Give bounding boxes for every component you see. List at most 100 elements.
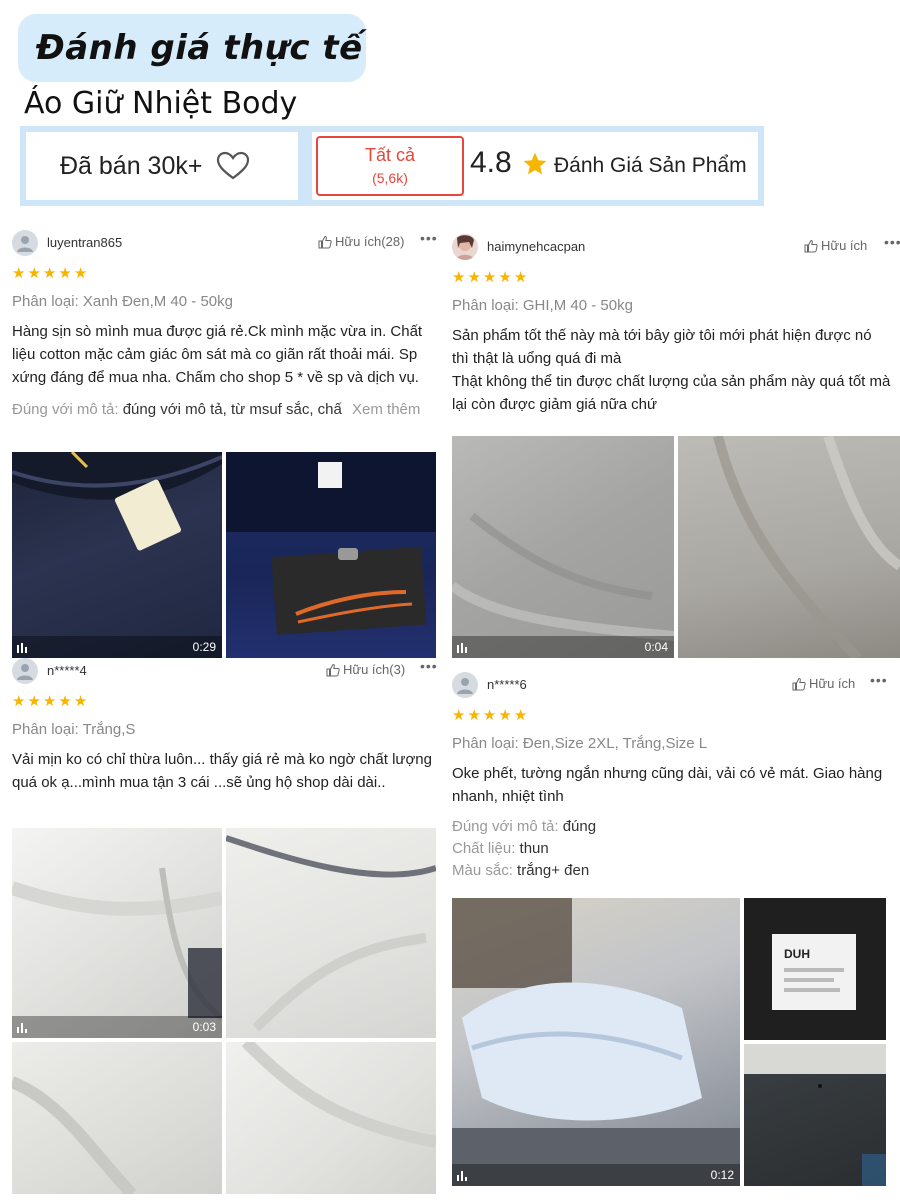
thumbs-up-icon xyxy=(326,663,340,676)
star-icon: ★ xyxy=(513,269,528,286)
avatar[interactable] xyxy=(12,658,38,684)
hero-title: Đánh giá thực tế xyxy=(36,28,363,68)
user-avatar-icon xyxy=(17,236,33,252)
review-card: n*****4 Hữu ích(3) ••• ★ ★ ★ ★ ★ Phân loại: … xyxy=(12,658,438,794)
star-icon xyxy=(523,152,547,175)
shirt-photo xyxy=(12,867,222,1021)
helpful-button[interactable]: Hữu ích xyxy=(804,238,867,253)
filter-all-button[interactable]: Tất cả (5,6k) xyxy=(316,136,464,196)
review-detail: Chất liệu: thun xyxy=(452,840,549,857)
star-icon: ★ xyxy=(58,265,72,282)
video-duration: 0:04 xyxy=(644,640,668,654)
star-icon: ★ xyxy=(467,269,481,286)
star-icon: ★ xyxy=(27,693,41,710)
star-icon: ★ xyxy=(452,707,466,724)
review-text: Sản phẩm tốt thế này mà tới bây giờ tôi … xyxy=(452,327,891,413)
review-photo[interactable] xyxy=(226,1042,436,1194)
video-play-icon xyxy=(17,643,27,653)
star-icon: ★ xyxy=(498,707,512,724)
user-avatar-icon xyxy=(17,664,33,680)
user-avatar-icon xyxy=(457,678,473,694)
review-card: n*****6 Hữu ích ••• ★ ★ ★ ★ ★ Phân loại: Đen… xyxy=(452,672,900,882)
video-play-icon xyxy=(457,1171,467,1181)
see-more-link[interactable]: Xem thêm xyxy=(352,401,420,418)
review-video-thumbnail[interactable]: 0:03 xyxy=(12,828,222,1038)
package-photo: DUH xyxy=(772,934,856,1010)
product-title: Áo Giữ Nhiệt Body xyxy=(24,86,298,121)
helpful-count: Hữu ích(3) xyxy=(343,662,406,677)
video-duration: 0:12 xyxy=(710,1168,734,1182)
review-stars: ★ ★ ★ ★ ★ xyxy=(12,266,438,281)
review-photo[interactable] xyxy=(744,1044,886,1186)
review-photo[interactable] xyxy=(226,452,436,658)
thumbs-up-icon xyxy=(318,235,332,248)
avatar[interactable] xyxy=(452,234,478,260)
shipping-label-code: DUH xyxy=(784,947,810,961)
review-detail: Màu sắc: trắng+ đen xyxy=(452,862,590,879)
rating-box: Tất cả (5,6k) 4.8 Đánh Giá Sản Phẩm xyxy=(312,132,758,200)
helpful-count: Hữu ích(28) xyxy=(335,234,405,249)
review-text: Oke phết, tường ngắn nhưng cũng dài, vải… xyxy=(452,765,883,805)
more-options-button[interactable]: ••• xyxy=(420,658,438,674)
user-avatar-icon xyxy=(456,235,474,260)
star-icon: ★ xyxy=(498,269,512,286)
review-video-thumbnail[interactable]: 0:29 xyxy=(12,452,222,658)
helpful-button[interactable]: Hữu ích xyxy=(792,676,855,691)
helpful-button[interactable]: Hữu ích(28) xyxy=(318,234,404,249)
star-icon: ★ xyxy=(73,693,88,710)
stats-bar: Đã bán 30k+ Tất cả (5,6k) 4.8 Đánh Giá S… xyxy=(20,126,764,206)
star-icon: ★ xyxy=(58,693,72,710)
filter-all-label: Tất cả xyxy=(364,145,416,165)
star-icon: ★ xyxy=(513,707,528,724)
rating-score: 4.8 xyxy=(470,146,512,179)
star-icon: ★ xyxy=(482,707,497,724)
review-stars: ★ ★ ★ ★ ★ xyxy=(452,270,900,285)
shirt-photo xyxy=(713,436,900,658)
review-variant: Phân loại: Đen,Size 2XL, Trắng,Size L xyxy=(452,735,708,752)
shirt-photo xyxy=(241,1042,436,1148)
avatar[interactable] xyxy=(12,230,38,256)
review-video-thumbnail[interactable]: 0:12 xyxy=(452,898,740,1186)
video-play-icon xyxy=(457,643,467,653)
review-video-thumbnail[interactable]: 0:04 xyxy=(452,436,674,658)
video-play-icon xyxy=(17,1023,27,1033)
review-username[interactable]: n*****4 xyxy=(47,663,87,678)
star-icon: ★ xyxy=(12,693,26,710)
star-icon: ★ xyxy=(452,269,466,286)
package-photo xyxy=(744,1044,886,1186)
review-username[interactable]: n*****6 xyxy=(487,677,527,692)
review-detail: Đúng với mô tả: đúng với mô tả, từ msuf … xyxy=(12,401,421,418)
hero-title-banner: Đánh giá thực tế xyxy=(18,14,366,82)
star-icon: ★ xyxy=(482,269,497,286)
review-photo[interactable] xyxy=(12,1042,222,1194)
review-username[interactable]: haimynehcacpan xyxy=(487,239,585,254)
review-detail: Đúng với mô tả: đúng xyxy=(452,818,597,835)
review-username[interactable]: luyentran865 xyxy=(47,235,122,250)
shirt-photo xyxy=(12,452,222,551)
review-stars: ★ ★ ★ ★ ★ xyxy=(12,694,438,709)
review-text: Hàng sịn sò mình mua được giá rẻ.Ck mình… xyxy=(12,323,423,386)
more-options-button[interactable]: ••• xyxy=(884,234,900,250)
review-variant: Phân loại: GHI,M 40 - 50kg xyxy=(452,297,633,314)
star-icon: ★ xyxy=(73,265,88,282)
review-card: luyentran865 Hữu ích(28) ••• ★ ★ ★ ★ ★ Phân … xyxy=(12,230,438,421)
shirt-photo xyxy=(452,512,674,641)
review-stars: ★ ★ ★ ★ ★ xyxy=(452,708,900,723)
shirt-photo xyxy=(12,1076,137,1194)
star-icon: ★ xyxy=(27,265,41,282)
review-details: Đúng với mô tả: đúng Chất liệu: thun Màu… xyxy=(452,816,900,882)
helpful-count: Hữu ích xyxy=(809,676,856,691)
review-photo[interactable] xyxy=(226,828,436,1038)
more-options-button[interactable]: ••• xyxy=(420,230,438,246)
heart-icon[interactable] xyxy=(216,151,250,181)
star-icon: ★ xyxy=(12,265,26,282)
helpful-button[interactable]: Hữu ích(3) xyxy=(326,662,405,677)
shirt-photo xyxy=(452,898,740,1186)
review-photo[interactable]: DUH xyxy=(744,898,886,1040)
review-photo[interactable] xyxy=(678,436,900,658)
avatar[interactable] xyxy=(452,672,478,698)
review-card: haimynehcacpan Hữu ích ••• ★ ★ ★ ★ ★ Phân lo… xyxy=(452,234,900,416)
more-options-button[interactable]: ••• xyxy=(870,672,888,688)
video-duration: 0:03 xyxy=(192,1020,216,1034)
video-duration: 0:29 xyxy=(192,640,216,654)
